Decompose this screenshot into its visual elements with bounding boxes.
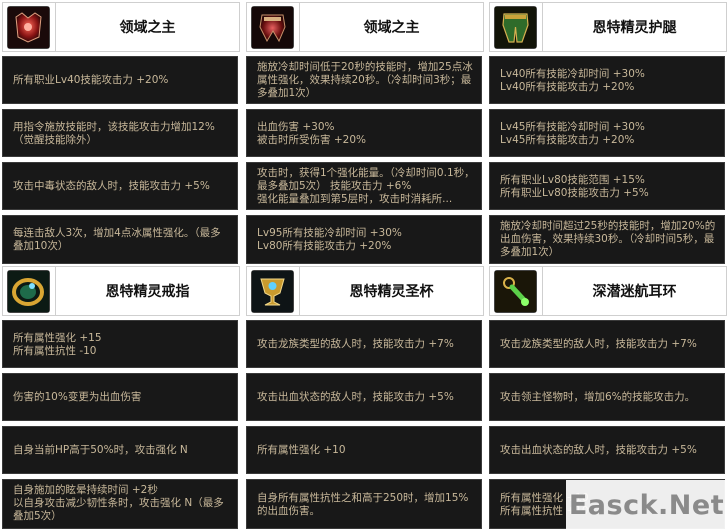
effect-cell: 每连击敌人3次，增加4点冰属性强化。（最多叠加10次） [2,215,238,264]
effect-cell: 出血伤害 +30% 被击时所受伤害 +20% [246,109,482,157]
effect-text: Lv40所有技能冷却时间 +30% Lv40所有技能攻击力 +20% [500,67,645,93]
effect-cell: 攻击出血状态的敌人时，技能攻击力 +5% [246,373,482,421]
effect-cell: 自身所有属性抗性之和高于250时，增加15%的出血伤害。 [246,479,482,529]
effect-cell: Lv45所有技能冷却时间 +30% Lv45所有技能攻击力 +20% [489,109,725,157]
item-name: 恩特精灵圣杯 [299,267,483,315]
effect-text: 出血伤害 +30% 被击时所受伤害 +20% [257,120,366,146]
effect-cell: 攻击中毒状态的敌人时，技能攻击力 +5% [2,162,238,210]
effect-cell: 用指令施放技能时，该技能攻击力增加12%（觉醒技能除外） [2,109,238,157]
effect-cell: 施放冷却时间低于20秒的技能时，增加25点冰属性强化，效果持续20秒。（冷却时间… [246,56,482,104]
effect-text: Lv95所有技能冷却时间 +30% Lv80所有技能攻击力 +20% [257,227,402,252]
equipment-column-1: 领域之主 所有职业Lv40技能攻击力 +20% 用指令施放技能时，该技能攻击力增… [2,0,240,531]
effect-cell: 攻击领主怪物时，增加6%的技能攻击力。 [489,373,725,421]
effect-text: 所有属性强化 +15 所有属性抗性 -10 [13,331,102,357]
item-name: 领域之主 [55,3,239,51]
effect-cell: 自身当前HP高于50%时，攻击强化 N [2,426,238,474]
equipment-column-3: 恩特精灵护腿 Lv40所有技能冷却时间 +30% Lv40所有技能攻击力 +20… [489,0,727,531]
effect-cell: 所有职业Lv40技能攻击力 +20% [2,56,238,104]
item-name: 深潜迷航耳环 [542,267,726,315]
item-name: 领域之主 [299,3,483,51]
effect-text: 攻击时，获得1个强化能量。（冷却时间0.1秒，最多叠加5次） 技能攻击力 +6%… [257,167,475,205]
effect-cell: Lv40所有技能冷却时间 +30% Lv40所有技能攻击力 +20% [489,56,725,104]
effect-text: 所有职业Lv40技能攻击力 +20% [13,74,169,86]
effect-text: 攻击龙族类型的敌人时，技能攻击力 +7% [257,338,454,350]
item-header: 恩特精灵圣杯 [246,266,484,316]
item-header: 领域之主 [246,2,484,52]
effect-text: 自身当前HP高于50%时，攻击强化 N [13,444,188,456]
effect-cell: 所有职业Lv80技能范围 +15% 所有职业Lv80技能攻击力 +5% [489,162,725,210]
effect-text: 施放冷却时间超过25秒的技能时，增加20%的出血伤害，效果持续30秒。（冷却时间… [500,220,716,258]
equipment-grid: 领域之主 所有职业Lv40技能攻击力 +20% 用指令施放技能时，该技能攻击力增… [0,0,727,531]
effect-cell: 攻击龙族类型的敌人时，技能攻击力 +7% [246,320,482,368]
effect-cell: 所有属性强化 +15 所有属性抗性 -10 [2,320,238,368]
effect-text: 攻击中毒状态的敌人时，技能攻击力 +5% [13,180,210,192]
watermark: Easck.Net [566,480,727,531]
item-header: 恩特精灵戒指 [2,266,240,316]
effect-cell: 自身施加的眩晕持续时间 +2秒 以自身攻击减少韧性条时，攻击强化 N（最多叠加5… [2,479,238,529]
effect-text: 自身施加的眩晕持续时间 +2秒 以自身攻击减少韧性条时，攻击强化 N（最多叠加5… [13,484,224,522]
effect-text: 攻击出血状态的敌人时，技能攻击力 +5% [257,391,454,403]
item-header: 领域之主 [2,2,240,52]
effect-text: 用指令施放技能时，该技能攻击力增加12%（觉醒技能除外） [13,120,215,146]
effect-text: 所有职业Lv80技能范围 +15% 所有职业Lv80技能攻击力 +5% [500,173,649,199]
effect-text: 每连击敌人3次，增加4点冰属性强化。（最多叠加10次） [13,227,221,252]
effect-cell: 伤害的10%变更为出血伤害 [2,373,238,421]
item-name: 恩特精灵戒指 [55,267,239,315]
effect-cell: 攻击出血状态的敌人时，技能攻击力 +5% [489,426,725,474]
effect-text: 伤害的10%变更为出血伤害 [13,391,142,403]
effect-text: 攻击领主怪物时，增加6%的技能攻击力。 [500,391,696,403]
item-name: 恩特精灵护腿 [542,3,726,51]
grail-icon [251,270,294,313]
red-armor-top-icon [7,6,50,49]
item-header: 恩特精灵护腿 [489,2,727,52]
equipment-column-2: 领域之主 施放冷却时间低于20秒的技能时，增加25点冰属性强化，效果持续20秒。… [246,0,484,531]
effect-text: 攻击龙族类型的敌人时，技能攻击力 +7% [500,338,697,350]
effect-text: 自身所有属性抗性之和高于250时，增加15%的出血伤害。 [257,491,469,517]
effect-cell: 所有属性强化 +10 [246,426,482,474]
item-header: 深潜迷航耳环 [489,266,727,316]
effect-cell: 攻击时，获得1个强化能量。（冷却时间0.1秒，最多叠加5次） 技能攻击力 +6%… [246,162,482,210]
red-armor-bottom-icon [251,6,294,49]
effect-text: 攻击出血状态的敌人时，技能攻击力 +5% [500,444,697,456]
effect-cell: 施放冷却时间超过25秒的技能时，增加20%的出血伤害，效果持续30秒。（冷却时间… [489,215,725,264]
green-leggings-icon [494,6,537,49]
green-earring-icon [494,270,537,313]
effect-text: 所有属性强化 +10 [257,444,346,456]
effect-cell: 攻击龙族类型的敌人时，技能攻击力 +7% [489,320,725,368]
gold-ring-icon [7,270,50,313]
effect-text: Lv45所有技能冷却时间 +30% Lv45所有技能攻击力 +20% [500,120,645,146]
effect-text: 施放冷却时间低于20秒的技能时，增加25点冰属性强化，效果持续20秒。（冷却时间… [257,61,473,99]
effect-cell: Lv95所有技能冷却时间 +30% Lv80所有技能攻击力 +20% [246,215,482,264]
